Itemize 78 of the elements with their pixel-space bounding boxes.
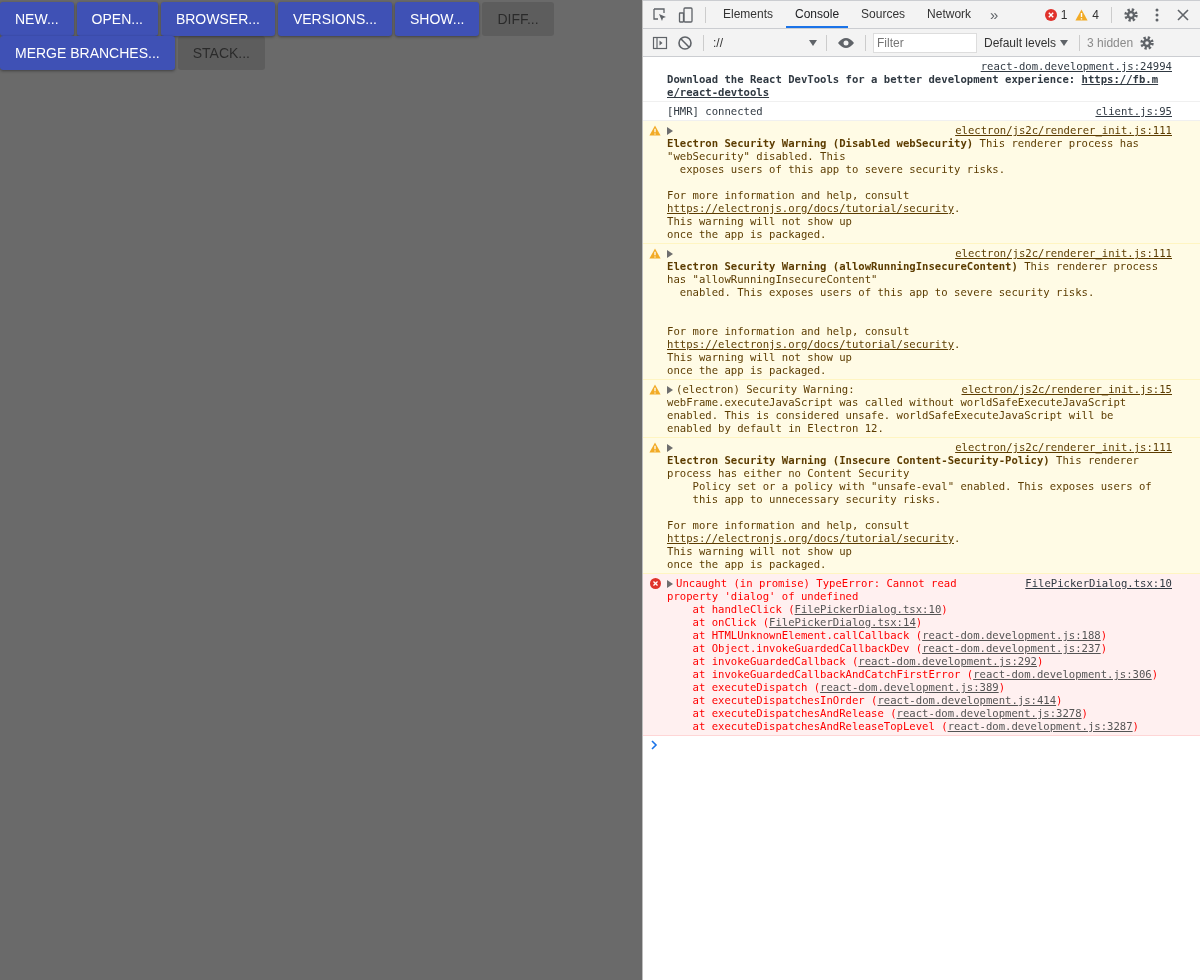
- message-line: once the app is packaged.: [667, 228, 828, 241]
- message-line: https://electronjs.org/docs/tutorial/security.: [667, 532, 962, 545]
- message-line: at executeDispatch (react-dom.development.js:389): [691, 681, 1007, 694]
- link[interactable]: https://fb.m: [1081, 73, 1159, 85]
- message-line: property 'dialog' of undefined: [667, 590, 860, 603]
- message-line: Policy set or a policy with "unsafe-eval" enabled. This exposes users of: [691, 480, 1153, 493]
- toolbar-button[interactable]: VERSIONS...: [277, 2, 392, 36]
- context-select[interactable]: ://: [711, 35, 819, 50]
- message-line: at executeDispatchesAndRelease (react-dom.development.js:3278): [691, 707, 1089, 720]
- message-line: enabled. This is considered unsafe. worldSafeExecuteJavaScript will be: [667, 409, 1115, 422]
- message-line: at handleClick (FilePickerDialog.tsx:10): [691, 603, 949, 616]
- message-line: "webSecurity" disabled. This: [667, 150, 847, 163]
- more-tabs-button[interactable]: »: [984, 6, 1005, 23]
- link[interactable]: e/react-devtools: [667, 86, 770, 98]
- link[interactable]: https://electronjs.org/docs/tutorial/security: [667, 532, 954, 544]
- message-line: exposes users of this app to severe security risks.: [678, 163, 1007, 176]
- message-line: enabled. This exposes users of this app to severe security risks.: [678, 286, 1096, 299]
- message-line: Electron Security Warning (Insecure Content-Security-Policy) This renderer: [667, 454, 1140, 467]
- devtools-tab[interactable]: Elements: [714, 1, 783, 28]
- message-line: at onClick (FilePickerDialog.tsx:14): [691, 616, 924, 629]
- hidden-count: 3 hidden: [1087, 35, 1134, 50]
- message-text: [HMR] connected: [667, 105, 763, 118]
- message-line: at invokeGuardedCallback (react-dom.development.js:292): [691, 655, 1045, 668]
- message-line: Electron Security Warning (Disabled webSecurity) This renderer process has: [667, 137, 1140, 150]
- message-line: this app to unnecessary security risks.: [691, 493, 943, 506]
- message-line: at Object.invokeGuardedCallbackDev (react-dom.development.js:237): [691, 642, 1109, 655]
- link[interactable]: https://electronjs.org/docs/tutorial/security: [667, 202, 954, 214]
- link[interactable]: react-dom.development.js:237: [922, 642, 1101, 654]
- message-text: (electron) Security Warning:: [676, 383, 855, 396]
- message-line: Download the React DevTools for a better development experience: https://fb.m: [667, 73, 1160, 86]
- link[interactable]: react-dom.development.js:414: [877, 694, 1057, 706]
- toolbar-button[interactable]: OPEN...: [76, 2, 158, 36]
- link[interactable]: FilePickerDialog.tsx:10: [794, 603, 942, 615]
- filter-field[interactable]: Filter: [873, 32, 977, 53]
- toolbar-button[interactable]: MERGE BRANCHES...: [0, 36, 175, 70]
- link[interactable]: react-dom.development.js:306: [973, 668, 1152, 680]
- message-line: at invokeGuardedCallbackAndCatchFirstError (react-dom.development.js:306): [691, 668, 1160, 681]
- toolbar-button[interactable]: NEW...: [0, 2, 74, 36]
- message-line: once the app is packaged.: [667, 364, 828, 377]
- source-link[interactable]: electron/js2c/renderer_init.js:111: [955, 247, 1172, 260]
- link[interactable]: https://electronjs.org/docs/tutorial/security: [667, 338, 954, 350]
- link[interactable]: react-dom.development.js:292: [858, 655, 1037, 667]
- message-line: at executeDispatchesAndReleaseTopLevel (react-dom.development.js:3287): [691, 720, 1140, 733]
- devtools-tab[interactable]: Network: [918, 1, 981, 28]
- link[interactable]: react-dom.development.js:3287: [947, 720, 1133, 732]
- warning-count: 4: [1092, 7, 1099, 22]
- toolbar-button[interactable]: SHOW...: [394, 2, 480, 36]
- toolbar-button[interactable]: BROWSER...: [160, 2, 275, 36]
- devtools-tab[interactable]: Sources: [852, 1, 915, 28]
- message-line: process has either no Content Security: [667, 467, 911, 480]
- link[interactable]: react-dom.development.js:3278: [896, 707, 1082, 719]
- link[interactable]: FilePickerDialog.tsx:14: [769, 616, 916, 628]
- source-link[interactable]: electron/js2c/renderer_init.js:111: [955, 441, 1172, 454]
- link[interactable]: react-dom.development.js:188: [922, 629, 1101, 641]
- message-line: Electron Security Warning (allowRunningInsecureContent) This renderer process: [667, 260, 1160, 273]
- source-link[interactable]: client.js:95: [1095, 105, 1172, 118]
- message-line: For more information and help, consult: [667, 519, 911, 532]
- message-line: at executeDispatchesInOrder (react-dom.development.js:414): [691, 694, 1064, 707]
- message-line: has "allowRunningInsecureContent": [667, 273, 879, 286]
- link[interactable]: react-dom.development.js:389: [820, 681, 999, 693]
- error-count: 1: [1060, 7, 1068, 22]
- message-line: enabled by default in Electron 12.: [667, 422, 885, 435]
- message-text: Uncaught (in promise) TypeError: Cannot read: [676, 577, 957, 590]
- message-line: webFrame.executeJavaScript was called without worldSafeExecuteJavaScript: [667, 396, 1128, 409]
- source-link[interactable]: electron/js2c/renderer_init.js:15: [961, 383, 1172, 396]
- message-line: once the app is packaged.: [667, 558, 828, 571]
- message-line: For more information and help, consult: [667, 325, 911, 338]
- message-line: This warning will not show up: [667, 351, 853, 364]
- message-line: https://electronjs.org/docs/tutorial/security.: [667, 202, 962, 215]
- source-link[interactable]: electron/js2c/renderer_init.js:111: [955, 124, 1172, 137]
- levels-dropdown[interactable]: Default levels: [980, 35, 1073, 50]
- message-line: This warning will not show up: [667, 545, 853, 558]
- message-line: For more information and help, consult: [667, 189, 911, 202]
- source-link[interactable]: FilePickerDialog.tsx:10: [1025, 577, 1172, 590]
- message-line: https://electronjs.org/docs/tutorial/security.: [667, 338, 962, 351]
- message-line: at HTMLUnknownElement.callCallback (react-dom.development.js:188): [691, 629, 1109, 642]
- source-link[interactable]: react-dom.development.js:24994: [980, 60, 1172, 73]
- message-line: This warning will not show up: [667, 215, 853, 228]
